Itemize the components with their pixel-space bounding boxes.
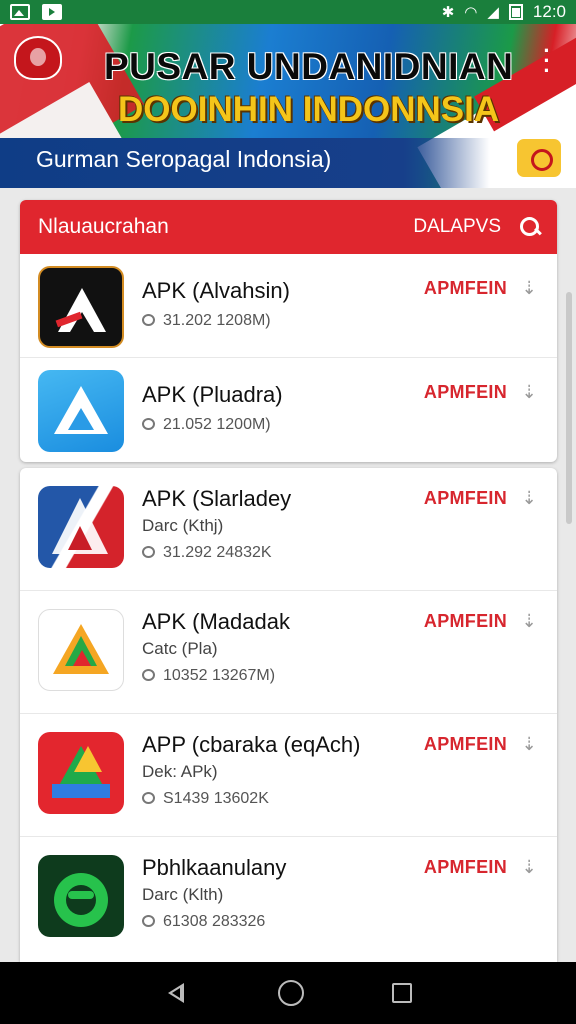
home-icon[interactable] — [278, 980, 304, 1006]
list-item[interactable]: APK (Slarladey Darc (Kthj) 31.292 24832K… — [20, 468, 557, 591]
install-button[interactable]: APMFEIN — [424, 734, 507, 755]
banner-subtitle: DOOINHIN INDONNSIA — [118, 90, 500, 129]
download-icon[interactable]: ⇣ — [521, 858, 537, 878]
apk-blue-a-icon — [38, 370, 124, 452]
search-icon[interactable] — [519, 216, 541, 238]
apk-flag-a-icon — [38, 486, 124, 568]
bluetooth-icon: ✱ — [441, 4, 455, 21]
install-button[interactable]: APMFEIN — [424, 488, 507, 509]
list-header-action[interactable]: DALAPVS — [413, 216, 501, 238]
app-meta: S1439 13602K — [142, 790, 269, 808]
app-name: APK (Slarladey — [142, 486, 292, 511]
list-header: Nlauaucrahan DALAPVS — [20, 200, 557, 254]
overflow-menu-icon[interactable]: · · · — [540, 40, 554, 82]
app-name: APK (Pluadra) — [142, 382, 283, 407]
back-icon[interactable] — [164, 980, 190, 1006]
apk-colorful-a-icon — [38, 609, 124, 691]
install-button[interactable]: APMFEIN — [424, 382, 507, 403]
status-time: 12:0 — [532, 2, 566, 21]
install-button[interactable]: APMFEIN — [424, 278, 507, 299]
featured-list-card: Nlauaucrahan DALAPVS APK (Alvahsin) 31.2… — [20, 200, 557, 462]
header-banner: PUSAR UNDANIDNIAN DOOINHIN INDONNSIA Gur… — [0, 24, 576, 188]
app-meta: 61308 283326 — [142, 913, 265, 931]
download-icon[interactable]: ⇣ — [521, 735, 537, 755]
banner-tagline: Gurman Seropagal Indonsia) — [36, 146, 332, 172]
app-category: Catc (Pla) — [142, 639, 218, 658]
size-icon — [142, 792, 155, 804]
install-button[interactable]: APMFEIN — [424, 857, 507, 878]
app-meta: 31.202 1208M) — [142, 312, 271, 330]
banner-title: PUSAR UNDANIDNIAN — [104, 46, 514, 87]
app-name: APK (Alvahsin) — [142, 278, 290, 303]
app-name: APP (cbaraka (eqAch) — [142, 732, 361, 757]
apk-drive-icon — [38, 732, 124, 814]
app-list-card: APK (Slarladey Darc (Kthj) 31.292 24832K… — [20, 468, 557, 962]
play-store-icon — [42, 4, 62, 20]
signal-icon: ◢ — [487, 4, 499, 21]
recents-icon[interactable] — [392, 983, 412, 1003]
download-icon[interactable]: ⇣ — [521, 612, 537, 632]
list-item[interactable]: Pbhlkaanulany Darc (Klth) 61308 283326 A… — [20, 837, 557, 960]
size-icon — [142, 669, 155, 681]
download-icon[interactable]: ⇣ — [521, 383, 537, 403]
garuda-emblem-icon — [14, 36, 62, 80]
list-item[interactable]: APP (cbaraka (eqAch) Dek: APk) S1439 136… — [20, 714, 557, 837]
battery-icon — [508, 4, 523, 20]
list-item[interactable]: APK (Madadak Catc (Pla) 10352 13267M) AP… — [20, 591, 557, 714]
status-bar: ✱ ◠ ◢ 12:0 — [0, 0, 576, 24]
list-item[interactable]: APK (Alvahsin) 31.202 1208M) APMFEIN ⇣ — [20, 254, 557, 358]
app-meta: 31.292 24832K — [142, 544, 272, 562]
apk-black-a-icon — [38, 266, 124, 348]
size-icon — [142, 418, 155, 430]
image-icon — [10, 4, 30, 20]
system-nav-bar — [0, 962, 576, 1024]
list-title: Nlauaucrahan — [38, 215, 169, 238]
app-category: Darc (Kthj) — [142, 516, 224, 535]
app-meta: 21.052 1200M) — [142, 416, 271, 434]
download-icon[interactable]: ⇣ — [521, 279, 537, 299]
app-name: Pbhlkaanulany — [142, 855, 287, 880]
app-category: Darc (Klth) — [142, 885, 224, 904]
install-button[interactable]: APMFEIN — [424, 611, 507, 632]
app-name: APK (Madadak — [142, 609, 290, 634]
app-category: Dek: APk) — [142, 762, 218, 781]
size-icon — [142, 546, 155, 558]
apk-green-s-icon — [38, 855, 124, 937]
wifi-icon: ◠ — [464, 4, 478, 21]
size-icon — [142, 915, 155, 927]
scrollbar[interactable] — [566, 292, 572, 524]
badge-emblem-icon — [514, 136, 564, 180]
list-item[interactable]: APK (Pluadra) 21.052 1200M) APMFEIN ⇣ — [20, 358, 557, 462]
download-icon[interactable]: ⇣ — [521, 489, 537, 509]
size-icon — [142, 314, 155, 326]
app-meta: 10352 13267M) — [142, 667, 275, 685]
